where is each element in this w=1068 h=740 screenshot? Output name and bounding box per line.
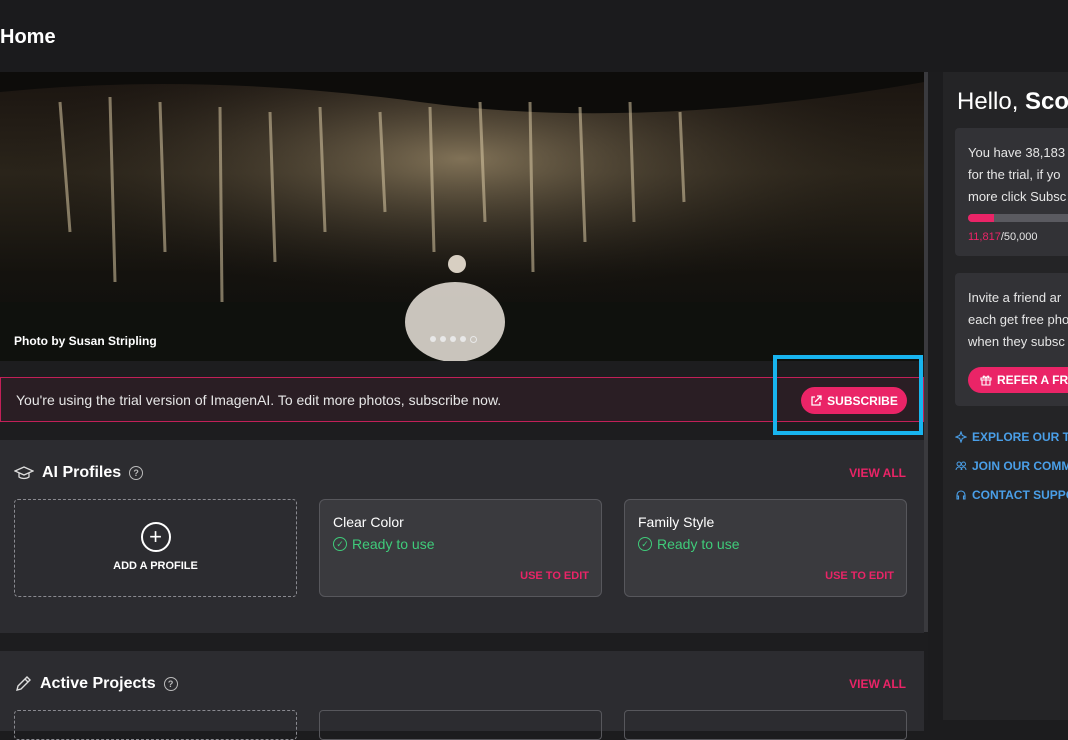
- greeting: Hello, Scot: [957, 88, 1068, 116]
- carousel-dot[interactable]: [430, 336, 436, 342]
- add-profile-card[interactable]: + ADD A PROFILE: [14, 499, 297, 597]
- carousel-dot[interactable]: [470, 336, 477, 343]
- greeting-text: Hello,: [957, 88, 1019, 115]
- community-link[interactable]: JOIN OUR COMMU: [955, 459, 1068, 473]
- users-icon: [955, 461, 967, 471]
- carousel-dot[interactable]: [440, 336, 446, 342]
- community-link-label: JOIN OUR COMMU: [972, 459, 1068, 473]
- refer-text: Invite a friend ar each get free pho whe…: [968, 287, 1068, 353]
- sparkle-icon: [955, 431, 967, 443]
- photo-credit: Photo by Susan Stripling: [14, 334, 157, 348]
- check-circle-icon: ✓: [638, 537, 652, 551]
- right-sidebar: Hello, Scot You have 38,183 for the tria…: [943, 72, 1068, 720]
- refer-card: Invite a friend ar each get free pho whe…: [955, 273, 1068, 406]
- quota-card: You have 38,183 for the trial, if yo mor…: [955, 128, 1068, 256]
- profile-card[interactable]: Clear Color ✓ Ready to use USE TO EDIT: [319, 499, 602, 597]
- use-to-edit-link[interactable]: USE TO EDIT: [520, 570, 589, 582]
- profiles-view-all-link[interactable]: VIEW ALL: [849, 466, 906, 480]
- carousel-dots[interactable]: [430, 336, 477, 343]
- refer-a-friend-button[interactable]: REFER A FRIE: [968, 367, 1068, 393]
- projects-view-all-link[interactable]: VIEW ALL: [849, 677, 906, 691]
- quota-used: 11,817: [968, 231, 1001, 243]
- active-projects-title: Active Projects: [40, 675, 156, 692]
- refer-line: when they subsc: [968, 334, 1065, 349]
- highlight-box: [773, 355, 923, 435]
- support-link-label: CONTACT SUPPOR: [972, 488, 1068, 502]
- profile-name: Clear Color: [333, 514, 404, 530]
- quota-total: /50,000: [1000, 231, 1038, 243]
- page-title: Home: [0, 26, 56, 48]
- quota-progress-bar: [968, 214, 1068, 222]
- scrollbar[interactable]: [924, 72, 928, 632]
- project-card[interactable]: [624, 710, 907, 740]
- quota-count: 11,817/50,000: [968, 231, 1038, 243]
- explore-link[interactable]: EXPLORE OUR TAL: [955, 430, 1068, 444]
- quota-line: for the trial, if yo: [968, 167, 1061, 182]
- profile-status-text: Ready to use: [352, 536, 435, 552]
- ai-profiles-header: AI Profiles ?: [14, 464, 144, 482]
- profile-card[interactable]: Family Style ✓ Ready to use USE TO EDIT: [624, 499, 907, 597]
- active-projects-header: Active Projects ?: [14, 675, 178, 693]
- main-content: Photo by Susan Stripling You're using th…: [0, 72, 928, 740]
- plus-icon: +: [140, 522, 171, 552]
- help-icon[interactable]: ?: [129, 466, 144, 480]
- project-card[interactable]: [14, 710, 297, 740]
- profile-name: Family Style: [638, 514, 715, 530]
- carousel-dot[interactable]: [450, 336, 456, 342]
- headset-icon: [956, 490, 966, 500]
- hero-photo: [0, 72, 924, 361]
- refer-label: REFER A FRIE: [997, 373, 1068, 387]
- carousel-dot[interactable]: [460, 336, 466, 342]
- profile-status: ✓ Ready to use: [333, 536, 435, 552]
- check-circle-icon: ✓: [333, 537, 347, 551]
- profile-status: ✓ Ready to use: [638, 536, 740, 552]
- pencil-icon: [16, 676, 31, 691]
- support-link[interactable]: CONTACT SUPPOR: [955, 488, 1068, 502]
- trial-message: You're using the trial version of Imagen…: [16, 392, 502, 408]
- project-card[interactable]: [319, 710, 602, 740]
- quota-progress-fill: [968, 214, 995, 222]
- ai-profiles-title: AI Profiles: [42, 464, 122, 481]
- add-profile-label: ADD A PROFILE: [113, 560, 198, 572]
- profile-status-text: Ready to use: [657, 536, 740, 552]
- refer-line: each get free pho: [968, 312, 1068, 327]
- quota-text: You have 38,183 for the trial, if yo mor…: [968, 142, 1066, 208]
- graduation-cap-icon: [14, 466, 34, 480]
- user-name: Scot: [1025, 88, 1068, 115]
- use-to-edit-link[interactable]: USE TO EDIT: [825, 570, 894, 582]
- active-projects-panel: Active Projects ? VIEW ALL: [0, 651, 924, 740]
- ai-profiles-panel: AI Profiles ? VIEW ALL + ADD A PROFILE C…: [0, 440, 924, 633]
- quota-line: more click Subsc: [968, 189, 1067, 204]
- gift-icon: [980, 375, 992, 386]
- hero-banner[interactable]: Photo by Susan Stripling: [0, 72, 924, 361]
- top-bar: Home: [0, 0, 1068, 72]
- explore-link-label: EXPLORE OUR TAL: [972, 430, 1068, 444]
- refer-line: Invite a friend ar: [968, 290, 1062, 305]
- help-icon[interactable]: ?: [163, 677, 178, 691]
- quota-line: You have 38,183: [968, 145, 1066, 160]
